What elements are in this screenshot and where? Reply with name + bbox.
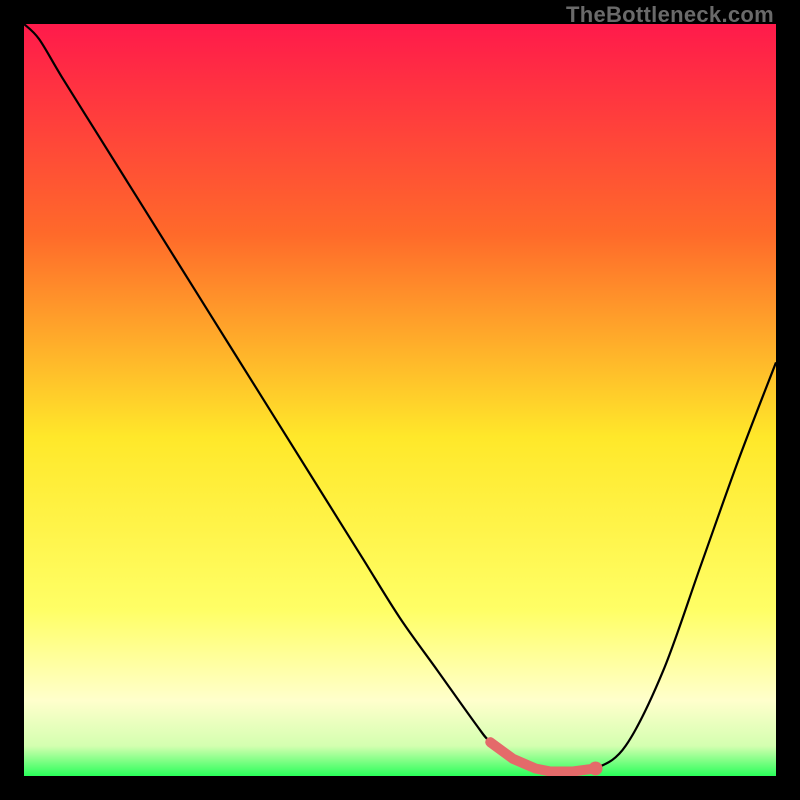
watermark-text: TheBottleneck.com [566, 2, 774, 28]
bottleneck-curve [24, 24, 776, 776]
chart-frame [24, 24, 776, 776]
plot-area [24, 24, 776, 776]
